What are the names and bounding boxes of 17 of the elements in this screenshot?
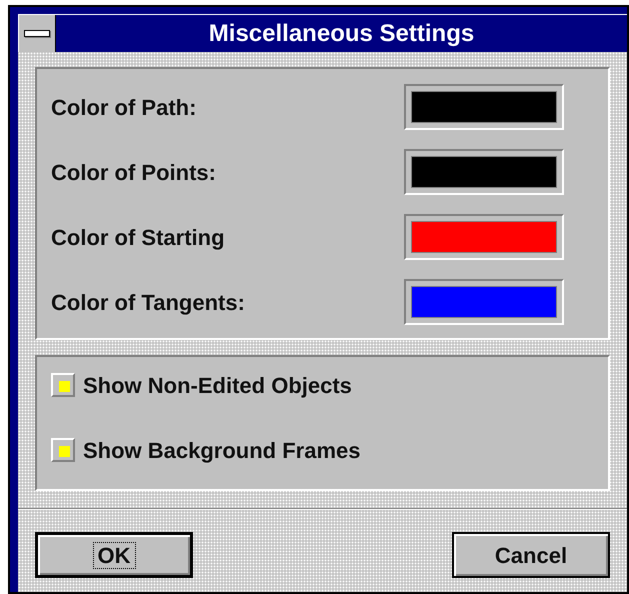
color-label: Color of Tangents: [51,288,245,317]
dialog-button[interactable]: Cancel [452,532,610,578]
color-label: Color of Path: [51,94,196,122]
checkbox[interactable] [51,438,75,462]
color-label: Color of Points: [51,158,216,186]
window-title: Miscellaneous Settings [208,18,474,48]
checkbox-label: Show Non-Edited Objects [83,372,352,400]
color-swatch-button[interactable] [404,279,564,325]
color-swatch-button[interactable] [404,149,564,195]
color-swatch-button[interactable] [404,84,564,130]
checkbox-label: Show Background Frames [83,436,361,465]
checkbox[interactable] [51,373,75,397]
color-label: Color of Starting [51,224,225,252]
system-menu-button[interactable] [19,15,56,52]
dialog-button[interactable]: OK [35,532,193,578]
system-menu-icon [24,30,50,37]
color-swatch-button[interactable] [404,214,564,260]
